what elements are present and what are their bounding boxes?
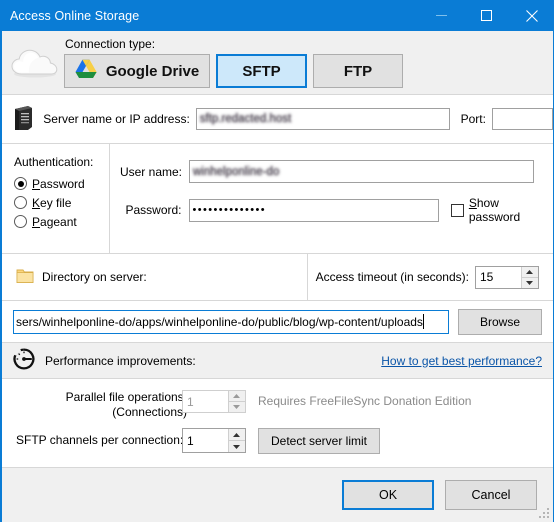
connection-type-label: Connection type:: [65, 37, 156, 51]
password-label: Password:: [125, 203, 182, 217]
auth-option-password-label: Password: [32, 176, 85, 191]
radio-key-file[interactable]: [14, 196, 27, 209]
password-value: ••••••••••••••: [192, 203, 267, 216]
connection-type-controls: Connection type: Google Drive SFTP FTP: [64, 37, 553, 88]
performance-body-section: Parallel file operations: (Connections) …: [2, 379, 553, 468]
directory-label-group: Directory on server:: [2, 254, 307, 300]
connection-type-section: Connection type: Google Drive SFTP FTP: [2, 31, 553, 95]
authentication-methods: Authentication: Password Key file Pagean…: [2, 144, 109, 253]
maximize-button[interactable]: [464, 0, 509, 31]
directory-path-input[interactable]: sers/winhelponline-do/apps/winhelponline…: [13, 309, 449, 334]
parallel-operations-label-line2: (Connections): [112, 405, 187, 419]
sftp-channels-value[interactable]: 1: [183, 429, 228, 452]
google-drive-icon: [75, 59, 97, 83]
sftp-channels-label: SFTP channels per connection:: [16, 433, 184, 447]
server-name-label: Server name or IP address:: [43, 112, 190, 126]
browse-button-label: Browse: [479, 314, 520, 329]
browse-button[interactable]: Browse: [458, 308, 542, 335]
sftp-channels-arrows: [227, 429, 245, 452]
parallel-operations-spinner: 1: [182, 390, 246, 413]
performance-title: Performance improvements:: [45, 353, 196, 368]
window-controls: [419, 0, 554, 31]
username-label: User name:: [119, 164, 182, 179]
credentials-fields: User name: winhelponline-do Password: ••…: [109, 144, 553, 253]
access-timeout-spinner[interactable]: 15: [475, 265, 539, 289]
best-performance-link[interactable]: How to get best performance?: [381, 354, 542, 368]
connection-type-sftp-label: SFTP: [242, 62, 281, 80]
port-input[interactable]: [491, 108, 553, 130]
window-title: Access Online Storage: [10, 8, 140, 23]
server-section: Server name or IP address: sftp.redacted…: [2, 95, 553, 144]
connection-type-google-drive-button[interactable]: Google Drive: [64, 54, 210, 88]
auth-option-key-file-label: Key file: [32, 195, 72, 210]
detect-server-limit-button[interactable]: Detect server limit: [258, 428, 380, 454]
dialog-body: Connection type: Google Drive SFTP FTP S…: [0, 31, 554, 522]
auth-option-pageant-label: Pageant: [32, 214, 77, 229]
sftp-channels-up-button[interactable]: [228, 429, 245, 441]
username-row: User name: winhelponline-do: [110, 160, 553, 183]
username-input[interactable]: winhelponline-do: [189, 160, 534, 183]
directory-path-value: sers/winhelponline-do/apps/winhelponline…: [16, 314, 423, 329]
sftp-channels-down-button[interactable]: [229, 441, 245, 452]
parallel-operations-down-button: [229, 402, 245, 412]
radio-pageant[interactable]: [14, 215, 27, 228]
access-timeout-group: Access timeout (in seconds): 15: [307, 254, 553, 300]
cancel-button-label: Cancel: [471, 488, 511, 502]
dialog-footer: OK Cancel: [2, 468, 553, 522]
directory-header-section: Directory on server: Access timeout (in …: [2, 254, 553, 301]
parallel-operations-value: 1: [187, 394, 194, 409]
resize-grip[interactable]: [538, 507, 550, 519]
connection-type-ftp-label: FTP: [343, 62, 373, 80]
connection-type-button-group: Google Drive SFTP FTP: [64, 54, 553, 88]
detect-server-limit-label: Detect server limit: [270, 434, 368, 448]
auth-option-password[interactable]: Password: [14, 174, 109, 193]
access-timeout-label: Access timeout (in seconds):: [315, 270, 469, 284]
parallel-operations-arrows: [227, 391, 245, 412]
speedometer-icon: [12, 347, 36, 374]
access-timeout-down-button[interactable]: [522, 278, 538, 288]
parallel-operations-up-button: [228, 391, 245, 402]
password-input[interactable]: ••••••••••••••: [188, 198, 439, 222]
directory-on-server-label: Directory on server:: [42, 270, 147, 284]
port-label: Port:: [460, 112, 486, 126]
connection-type-sftp-button[interactable]: SFTP: [216, 54, 307, 88]
show-password-checkbox[interactable]: [450, 203, 464, 217]
auth-option-key-file[interactable]: Key file: [14, 193, 109, 212]
username-value: winhelponline-do: [193, 165, 280, 178]
ok-button[interactable]: OK: [342, 480, 434, 510]
access-online-storage-dialog: Access Online Storage Connection type: G…: [0, 0, 554, 522]
parallel-operations-label: Parallel file operations: (Connections): [2, 390, 187, 420]
access-timeout-arrows: [520, 266, 538, 288]
parallel-operations-label-line1: Parallel file operations:: [65, 390, 187, 404]
text-caret: [422, 314, 424, 329]
server-icon: [2, 105, 43, 133]
sftp-channels-spinner[interactable]: 1: [182, 428, 246, 453]
show-password-label[interactable]: Show password: [469, 196, 553, 224]
server-name-value: sftp.redacted.host: [199, 113, 292, 125]
connection-type-ftp-button[interactable]: FTP: [313, 54, 403, 88]
access-timeout-value[interactable]: 15: [476, 267, 521, 288]
auth-option-pageant[interactable]: Pageant: [14, 212, 109, 231]
radio-password[interactable]: [14, 177, 27, 190]
authentication-section: Authentication: Password Key file Pagean…: [2, 144, 553, 254]
title-bar[interactable]: Access Online Storage: [0, 0, 554, 31]
password-row: Password: •••••••••••••• Show password: [110, 196, 553, 224]
server-name-input[interactable]: sftp.redacted.host: [195, 108, 450, 130]
minimize-button[interactable]: [419, 0, 464, 31]
close-button[interactable]: [509, 0, 554, 31]
cloud-icon: [2, 47, 64, 79]
directory-path-section: sers/winhelponline-do/apps/winhelponline…: [2, 301, 553, 343]
ok-button-label: OK: [378, 488, 398, 502]
performance-header-section: Performance improvements: How to get bes…: [2, 343, 553, 379]
access-timeout-up-button[interactable]: [521, 267, 538, 278]
connection-type-google-drive-label: Google Drive: [105, 62, 200, 80]
folder-icon: [16, 268, 34, 287]
authentication-title: Authentication:: [14, 155, 94, 169]
donation-edition-note: Requires FreeFileSync Donation Edition: [258, 394, 472, 408]
cancel-button[interactable]: Cancel: [445, 480, 537, 510]
